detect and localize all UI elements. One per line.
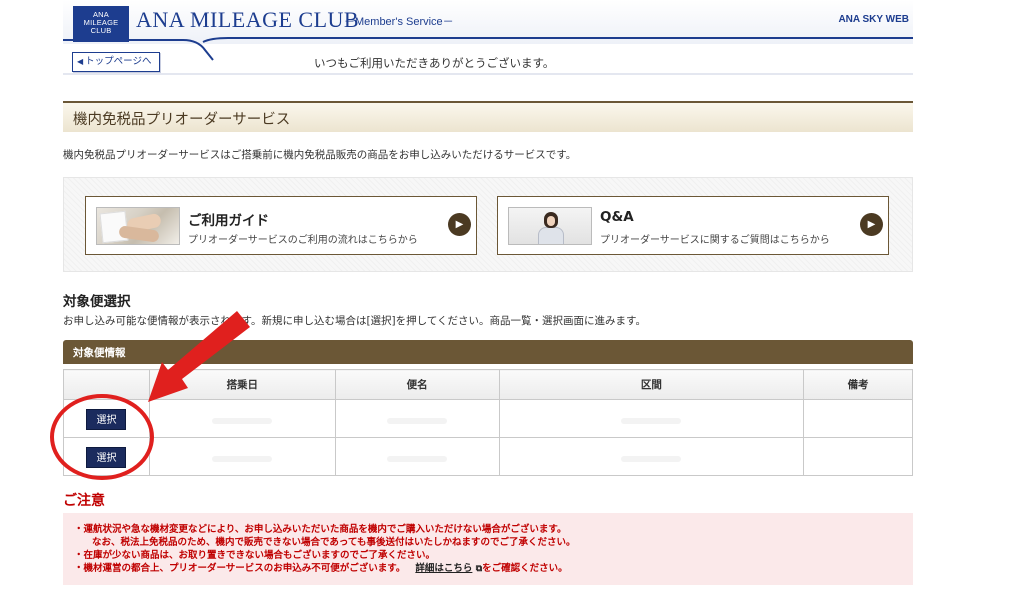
- notice-line-text: ・機材運営の都合上、プリオーダーサービスのお申込み不可便がございます。: [74, 563, 406, 574]
- qa-card-subtitle: プリオーダーサービスに関するご質問はこちらから: [600, 235, 830, 246]
- flight-selection-description: お申し込み可能な便情報が表示されます。新規に申し込む場合は[選択]を押してくださ…: [63, 315, 646, 327]
- select-button[interactable]: 選択: [86, 408, 127, 430]
- select-cell: 選択: [63, 399, 150, 438]
- top-page-button[interactable]: ◀ トップページへ: [72, 52, 160, 72]
- column-header: [63, 369, 150, 400]
- table-row: 選択: [63, 437, 913, 476]
- flight-selection-title: 対象便選択: [63, 294, 131, 310]
- hands-paper-image: [96, 207, 180, 245]
- agent-image: [508, 207, 592, 245]
- detail-suffix: をご確認ください。: [482, 563, 568, 574]
- notice-line: ・運航状況や急な機材変更などにより、お申し込みいただいた商品を機内でご購入いただ…: [74, 524, 567, 535]
- notice-line: なお、税法上免税品のため、機内で販売できない場合であっても事後送付はいたしかねま…: [92, 537, 576, 548]
- flight-cell: [334, 399, 500, 438]
- redacted-value: [387, 456, 448, 462]
- select-button[interactable]: 選択: [86, 446, 127, 468]
- page-title: 機内免税品プリオーダーサービス: [73, 112, 291, 128]
- redacted-value: [212, 456, 273, 462]
- greeting-text: いつもご利用いただきありがとうございます。: [314, 56, 555, 70]
- column-header-flight: 便名: [334, 369, 500, 400]
- arrow-right-icon[interactable]: ▶: [448, 213, 471, 236]
- members-service-label: －Member's Service－: [344, 16, 454, 28]
- details-link[interactable]: 詳細はこちら: [415, 563, 472, 574]
- notice-line-with-link: ・機材運営の都合上、プリオーダーサービスのお申込み不可便がございます。 詳細はこち…: [74, 562, 903, 576]
- flight-info-bar: 対象便情報: [63, 340, 913, 364]
- date-cell: [148, 399, 336, 438]
- left-triangle-icon: ◀: [77, 57, 84, 66]
- route-cell: [498, 437, 805, 476]
- route-cell: [498, 399, 805, 438]
- intro-text: 機内免税品プリオーダーサービスはご搭乗前に機内免税品販売の商品をお申し込みいただ…: [63, 149, 577, 161]
- guide-area: ご利用ガイド プリオーダーサービスのご利用の流れはこちらから ▶ Q&A プリオ…: [63, 177, 913, 272]
- ana-sky-web-label[interactable]: ANA SKY WEB: [838, 14, 909, 25]
- qa-card-title: Q&A: [600, 209, 634, 225]
- column-header-remarks: 備考: [803, 369, 913, 400]
- top-page-label: トップページへ: [85, 56, 152, 67]
- flight-cell: [334, 437, 500, 476]
- guide-card-title: ご利用ガイド: [188, 213, 269, 229]
- date-cell: [148, 437, 336, 476]
- arrow-right-icon[interactable]: ▶: [860, 213, 883, 236]
- qa-card[interactable]: Q&A プリオーダーサービスに関するご質問はこちらから ▶: [497, 196, 889, 255]
- redacted-value: [387, 418, 448, 424]
- column-header-route: 区間: [498, 369, 805, 400]
- redacted-value: [621, 418, 682, 424]
- site-header: ANA MILEAGE CLUB ANA MILEAGE CLUB －Member'…: [63, 0, 913, 80]
- page-title-bar: 機内免税品プリオーダーサービス: [63, 101, 913, 132]
- notice-line: ・在庫が少ない商品は、お取り置きできない場合もございますのでご了承ください。: [74, 550, 436, 561]
- column-header-date: 搭乗日: [148, 369, 336, 400]
- notice-title: ご注意: [63, 493, 105, 509]
- select-cell: 選択: [63, 437, 150, 476]
- redacted-value: [212, 418, 273, 424]
- guide-card-subtitle: プリオーダーサービスのご利用の流れはこちらから: [188, 235, 418, 246]
- notice-box: ・運航状況や急な機材変更などにより、お申し込みいただいた商品を機内でご購入いただ…: [63, 513, 913, 585]
- table-row: 選択: [63, 399, 913, 438]
- flight-table: 搭乗日 便名 区間 備考 選択 選択: [63, 369, 913, 476]
- usage-guide-card[interactable]: ご利用ガイド プリオーダーサービスのご利用の流れはこちらから ▶: [85, 196, 477, 255]
- remarks-cell: [803, 399, 913, 438]
- annotation-overlay: [50, 311, 250, 480]
- remarks-cell: [803, 437, 913, 476]
- table-header-row: 搭乗日 便名 区間 備考: [63, 369, 913, 400]
- redacted-value: [621, 456, 682, 462]
